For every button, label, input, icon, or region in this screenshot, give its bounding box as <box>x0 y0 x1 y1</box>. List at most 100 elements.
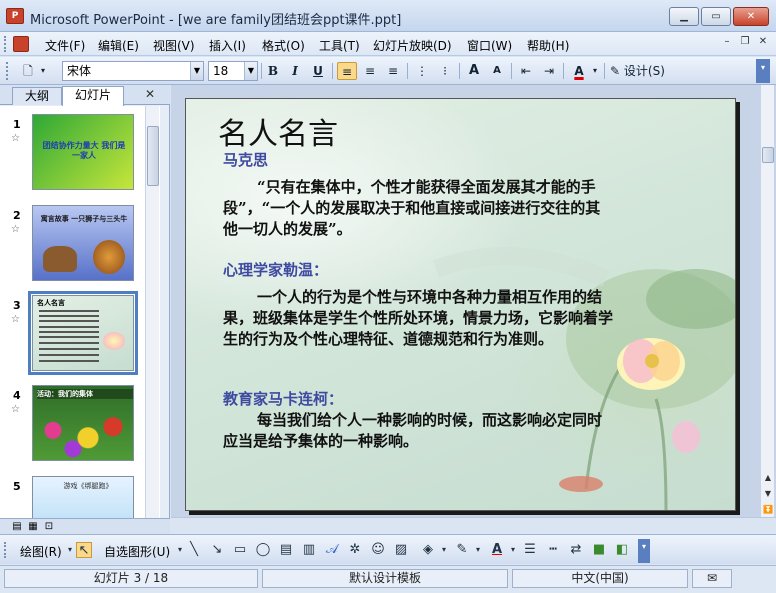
new-document-icon[interactable]: 🗋 <box>18 62 38 80</box>
menu-insert[interactable]: 插入(I) <box>209 37 246 54</box>
document-icon[interactable] <box>13 36 29 52</box>
menu-view[interactable]: 视图(V) <box>153 37 195 54</box>
slide-thumbnail-5[interactable]: 游戏《绑腿跑》 <box>32 476 134 518</box>
select-objects-icon[interactable]: ↖ <box>76 542 92 558</box>
chevron-down-icon[interactable]: ▾ <box>436 542 452 558</box>
autoshapes-button[interactable]: 自选图形(U) <box>104 543 170 560</box>
numbering-icon[interactable]: ⋮ <box>412 62 432 80</box>
font-color-button[interactable]: A <box>569 62 589 80</box>
font-name-select[interactable]: 宋体 ▼ <box>62 61 204 81</box>
tab-slides[interactable]: 幻灯片 <box>62 86 124 106</box>
slide-title[interactable]: 名人名言 <box>218 109 338 153</box>
chevron-down-icon[interactable]: ▼ <box>244 62 257 80</box>
align-center-icon[interactable]: ≡ <box>360 62 380 80</box>
picture-icon[interactable]: ▨ <box>393 542 409 558</box>
quote-body-3[interactable]: 每当我们给个人一种影响的时候，而这影响必定同时应当是给予集体的一种影响。 <box>223 410 613 452</box>
close-button[interactable]: ✕ <box>733 7 769 26</box>
italic-button[interactable]: I <box>285 62 305 80</box>
increase-indent-icon[interactable]: ⇥ <box>539 62 559 80</box>
quote-author-1[interactable]: 马克思 <box>223 149 268 170</box>
align-right-icon[interactable]: ≡ <box>383 62 403 80</box>
doc-minimize-icon[interactable]: – <box>720 36 734 50</box>
menu-slideshow[interactable]: 幻灯片放映(D) <box>373 37 452 54</box>
toolbar-grip-icon[interactable] <box>4 36 8 52</box>
quote-author-2[interactable]: 心理学家勒温： <box>223 259 328 280</box>
rectangle-icon[interactable]: ▭ <box>232 542 248 558</box>
slide-thumbnail-2[interactable]: 寓言故事 一只狮子与三头牛 <box>32 205 134 281</box>
wordart-icon[interactable]: 𝒜 <box>324 542 340 558</box>
menu-format[interactable]: 格式(O) <box>262 37 305 54</box>
next-slide-icon[interactable]: ⏬ <box>761 503 775 517</box>
draw-menu-button[interactable]: 绘图(R) <box>20 543 62 560</box>
bold-button[interactable]: B <box>263 62 283 80</box>
underline-button[interactable]: U <box>308 62 328 80</box>
3d-icon[interactable]: ◧ <box>614 542 630 558</box>
menu-window[interactable]: 窗口(W) <box>467 37 512 54</box>
chevron-down-icon[interactable]: ▾ <box>38 62 48 80</box>
increase-font-button[interactable]: A <box>464 62 484 80</box>
align-left-icon[interactable]: ≡ <box>337 62 357 80</box>
slideshow-view-icon[interactable]: ⊡ <box>42 520 56 533</box>
bullets-icon[interactable]: ⁝ <box>435 62 455 80</box>
decrease-indent-icon[interactable]: ⇤ <box>516 62 536 80</box>
line-style-icon[interactable]: ☰ <box>522 542 538 558</box>
chevron-down-icon[interactable]: ▼ <box>761 487 775 501</box>
design-button[interactable]: ✎ 设计(S) <box>610 62 674 80</box>
design-template[interactable]: 默认设计模板 <box>262 569 508 588</box>
menu-help[interactable]: 帮助(H) <box>527 37 569 54</box>
doc-close-icon[interactable]: ✕ <box>756 36 770 50</box>
fill-color-icon[interactable]: ◈ <box>420 542 436 558</box>
previous-slide-icon[interactable]: ▲ <box>761 471 775 485</box>
line-icon[interactable]: ╲ <box>186 542 202 558</box>
menu-file[interactable]: 文件(F) <box>45 37 85 54</box>
arrow-icon[interactable]: ↘ <box>209 542 225 558</box>
horizontal-scrollbar[interactable] <box>171 517 776 532</box>
title-bar: P Microsoft PowerPoint - [we are family团… <box>0 0 776 32</box>
slide-thumbnail-1[interactable]: 团结协作力量大 我们是一家人 <box>32 114 134 190</box>
slide-thumbnail-3[interactable]: 名人名言 <box>28 291 138 375</box>
spelling-icon[interactable]: ✉ <box>692 569 732 588</box>
scrollbar-thumb[interactable] <box>762 147 774 163</box>
minimize-button[interactable]: ▁ <box>669 7 699 26</box>
doc-restore-icon[interactable]: ❐ <box>738 36 752 50</box>
powerpoint-icon[interactable]: P <box>6 8 24 24</box>
tab-outline[interactable]: 大纲 <box>12 87 62 105</box>
menu-edit[interactable]: 编辑(E) <box>98 37 139 54</box>
toolbar-options-icon[interactable]: ▾ <box>638 539 650 563</box>
chevron-down-icon[interactable]: ▼ <box>190 62 203 80</box>
quote-author-3[interactable]: 教育家马卡连柯： <box>223 388 343 409</box>
toolbar-grip-icon[interactable] <box>4 542 12 558</box>
scrollbar-thumb[interactable] <box>147 126 159 186</box>
slide-thumbnail-4[interactable]: 活动：我们的集体 <box>32 385 134 461</box>
editor-scrollbar[interactable]: ▲ ▼ ⏬ <box>760 85 774 517</box>
close-icon[interactable]: ✕ <box>145 87 155 101</box>
dash-style-icon[interactable]: ┅ <box>545 542 561 558</box>
maximize-button[interactable]: ▭ <box>701 7 731 26</box>
oval-icon[interactable]: ◯ <box>255 542 271 558</box>
slide-sorter-icon[interactable]: ▦ <box>26 520 40 533</box>
textbox-icon[interactable]: ▤ <box>278 542 294 558</box>
line-color-icon[interactable]: ✎ <box>454 542 470 558</box>
thumbnail-scrollbar[interactable] <box>145 106 159 518</box>
chevron-down-icon[interactable]: ▾ <box>505 542 521 558</box>
font-size-select[interactable]: 18 ▼ <box>208 61 258 81</box>
arrow-style-icon[interactable]: ⇄ <box>568 542 584 558</box>
quote-body-2[interactable]: 一个人的行为是个性与环境中各种力量相互作用的结果，班级集体是学生个性所处环境，情… <box>223 287 613 350</box>
quote-body-1[interactable]: “只有在集体中，个性才能获得全面发展其才能的手段”，“一个人的发展取决于和他直接… <box>223 177 613 240</box>
toolbar-options-icon[interactable]: ▾ <box>756 59 770 83</box>
decrease-font-button[interactable]: A <box>487 62 507 80</box>
normal-view-icon[interactable]: ▤ <box>10 520 24 533</box>
chevron-down-icon[interactable]: ▾ <box>470 542 486 558</box>
toolbar-grip-icon[interactable] <box>6 62 14 80</box>
diagram-icon[interactable]: ✲ <box>347 542 363 558</box>
thumb-number: 4 <box>13 389 21 402</box>
shadow-icon[interactable]: ■ <box>591 542 607 558</box>
animation-star-icon: ☆ <box>11 404 20 415</box>
font-color-icon[interactable]: A <box>489 542 505 558</box>
clipart-icon[interactable]: ☺ <box>370 542 386 558</box>
chevron-down-icon[interactable]: ▾ <box>590 62 600 80</box>
menu-tools[interactable]: 工具(T) <box>319 37 360 54</box>
vertical-textbox-icon[interactable]: ▥ <box>301 542 317 558</box>
current-slide[interactable]: 名人名言 马克思 “只有在集体中，个性才能获得全面发展其才能的手段”，“一个人的… <box>185 98 736 511</box>
separator <box>261 63 262 79</box>
